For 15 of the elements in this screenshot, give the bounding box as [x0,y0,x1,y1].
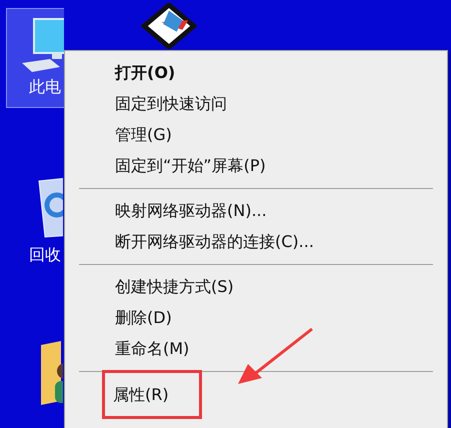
computer-icon [20,15,64,73]
desktop-icon[interactable] [138,2,200,50]
menu-item[interactable]: 管理(G) [115,123,172,148]
menu-item[interactable]: 重命名(M) [115,337,190,362]
menu-item[interactable]: 固定到快速访问 [115,92,227,117]
menu-item[interactable]: 创建快捷方式(S) [115,275,234,300]
icon-label: 此电 [29,77,61,98]
menu-item[interactable]: 删除(D) [115,306,172,331]
menu-item[interactable]: 断开网络驱动器的连接(C)... [115,230,314,255]
menu-item[interactable]: 映射网络驱动器(N)... [115,199,267,224]
menu-item[interactable]: 固定到“开始”屏幕(P) [115,154,266,179]
menu-item[interactable]: 打开(O) [115,61,176,86]
icon-label: 回收 [29,245,61,266]
app-icon [139,3,199,49]
menu-item[interactable]: 属性(R) [105,373,199,416]
